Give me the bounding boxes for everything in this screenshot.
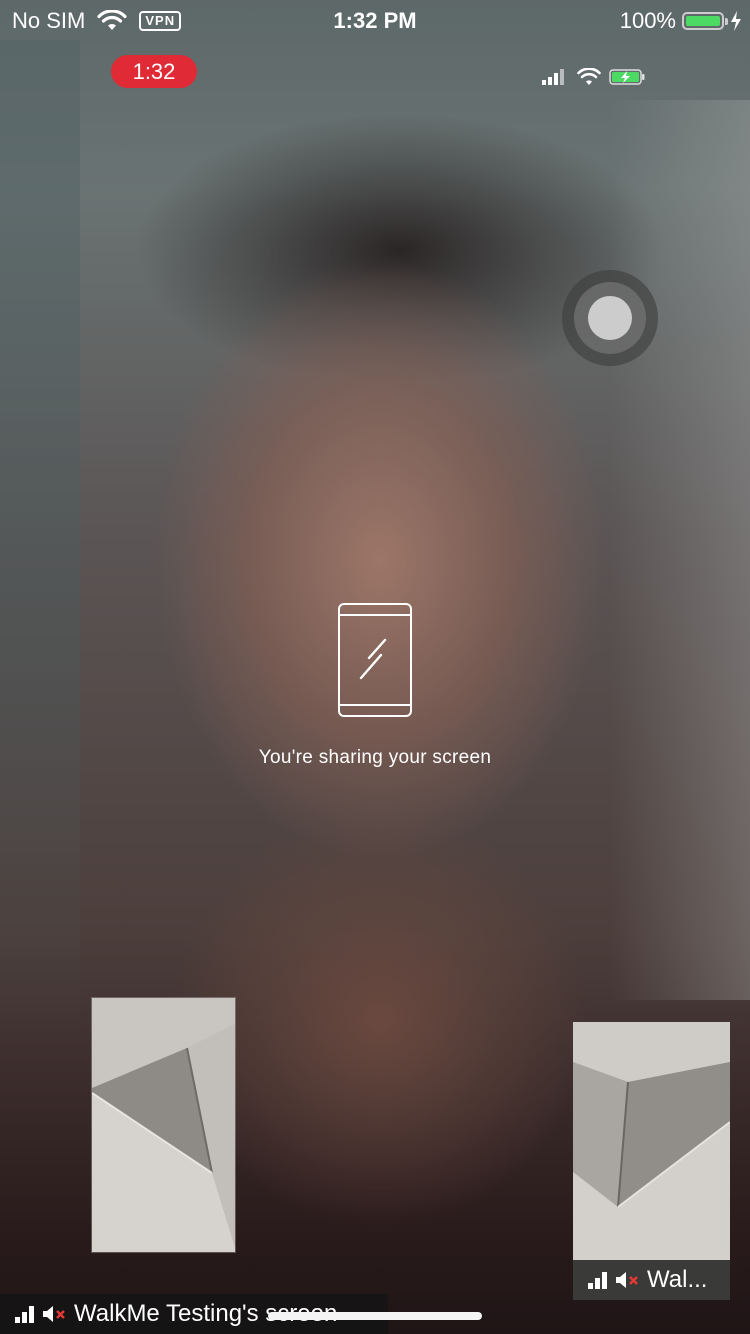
status-bar-right: 100% [620, 8, 742, 34]
wifi-icon-small [577, 68, 601, 86]
thumbnail-right-video [573, 1022, 730, 1260]
home-indicator[interactable] [268, 1312, 482, 1320]
call-timer-pill[interactable]: 1:32 [111, 55, 197, 88]
cellular-signal-icon [541, 68, 567, 86]
thumbnail-right-name: Wal... [647, 1266, 708, 1293]
assistive-touch-button[interactable] [562, 270, 658, 366]
phone-share-icon [337, 602, 413, 720]
speaker-muted-icon [42, 1305, 68, 1323]
battery-nub [725, 18, 728, 25]
battery-icon [682, 12, 728, 30]
video-background-right-shade [610, 100, 750, 1000]
battery-percent: 100% [619, 8, 676, 33]
sharing-message: You're sharing your screen [258, 747, 492, 768]
shared-screen-status-icons [541, 66, 651, 88]
status-bar: No SIM VPN 1:32 PM 100% [0, 0, 750, 40]
charging-bolt-icon [730, 11, 742, 31]
thumbnail-right-label-bar: Wal... [573, 1260, 730, 1300]
battery-charging-icon-small [609, 68, 647, 86]
thumbnail-video-left[interactable] [91, 997, 236, 1253]
battery-fill [686, 16, 720, 26]
speaker-muted-icon [615, 1271, 641, 1289]
thumbnail-video-right[interactable]: Wal... [573, 1022, 730, 1300]
cellular-signal-icon [14, 1305, 36, 1323]
cellular-signal-icon [587, 1271, 609, 1289]
video-background-left-shade [0, 40, 80, 1040]
assistive-touch-core [588, 296, 632, 340]
